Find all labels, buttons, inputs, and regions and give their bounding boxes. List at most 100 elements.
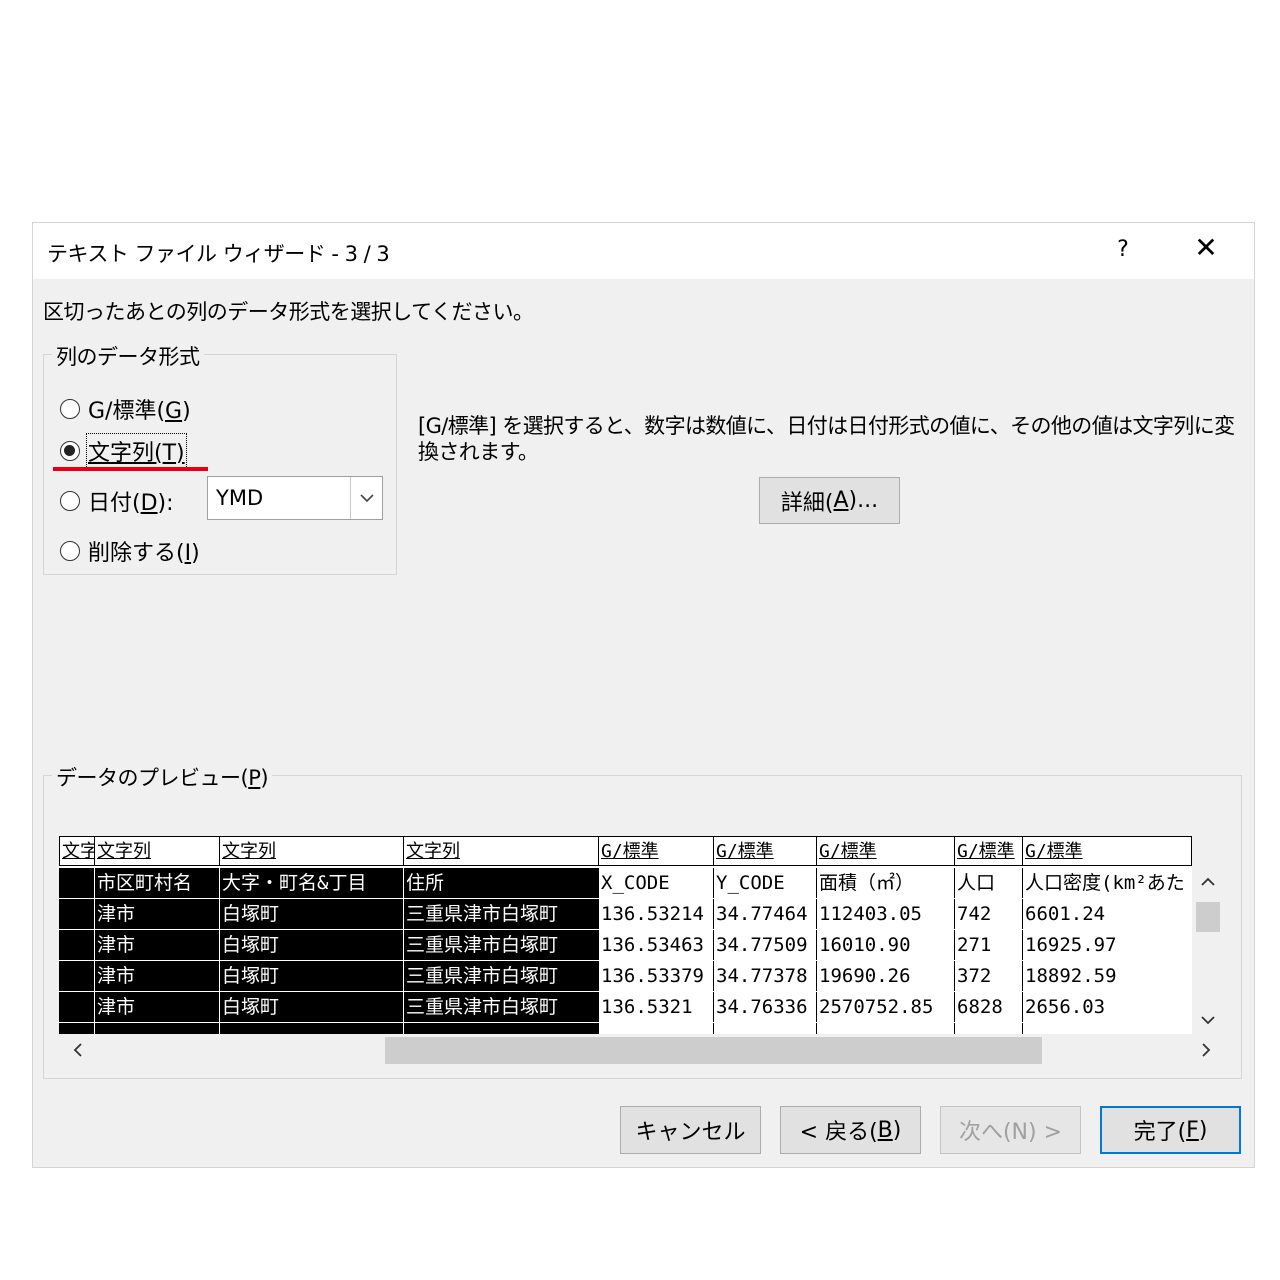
preview-cell: 白塚町 xyxy=(219,899,403,929)
preview-cell: 136.53379 xyxy=(598,961,713,991)
preview-cell: 372 xyxy=(954,961,1022,991)
preview-cell: 面積（㎡） xyxy=(816,868,954,898)
radio-general[interactable]: G/標準(G) xyxy=(60,393,191,425)
preview-cell: 34.77509 xyxy=(713,930,816,960)
date-format-value: YMD xyxy=(216,486,264,510)
preview-empty-cell xyxy=(713,1023,816,1034)
preview-cell xyxy=(59,992,94,1022)
preview-empty-cell xyxy=(219,1023,403,1034)
advanced-button-label: 詳細( xyxy=(780,490,834,516)
highlight-underline-annotation xyxy=(53,467,208,471)
radio-text[interactable]: 文字列(T) xyxy=(60,433,187,469)
preview-column-header[interactable]: 文字列 xyxy=(403,836,598,866)
preview-cell: 津市 xyxy=(94,899,219,929)
preview-cell: 人口密度(km²あた xyxy=(1022,868,1192,898)
preview-column-header[interactable]: G/標準 xyxy=(598,836,713,866)
preview-cell: 津市 xyxy=(94,992,219,1022)
preview-cell: 白塚町 xyxy=(219,930,403,960)
preview-cell xyxy=(59,868,94,898)
preview-cell xyxy=(59,899,94,929)
back-button-label: < 戻る( xyxy=(799,1120,878,1145)
radio-date-indicator[interactable] xyxy=(60,491,80,511)
preview-cell: 136.53214 xyxy=(598,899,713,929)
preview-column-header[interactable]: 文字 xyxy=(59,836,94,866)
preview-column-header[interactable]: 文字列 xyxy=(219,836,403,866)
chevron-down-icon[interactable] xyxy=(350,477,382,519)
preview-empty-cell xyxy=(954,1023,1022,1034)
cancel-button-label: キャンセル xyxy=(635,1120,746,1145)
date-format-combobox[interactable]: YMD xyxy=(207,476,383,520)
preview-empty-cell xyxy=(816,1023,954,1034)
preview-empty-cell xyxy=(59,1023,94,1034)
window-title: テキスト ファイル ウィザード - 3 / 3 xyxy=(47,242,390,266)
preview-cell: 34.77378 xyxy=(713,961,816,991)
radio-text-indicator[interactable] xyxy=(60,441,80,461)
chevron-up-icon[interactable] xyxy=(1192,867,1224,895)
preview-header-row: 文字文字列文字列文字列G/標準G/標準G/標準G/標準G/標準 xyxy=(59,836,1192,866)
title-bar: テキスト ファイル ウィザード - 3 / 3 ? ✕ xyxy=(33,223,1254,279)
chevron-right-icon[interactable] xyxy=(1192,1034,1220,1066)
cancel-button[interactable]: キャンセル xyxy=(620,1106,761,1154)
radio-skip-label: 削除する(I) xyxy=(88,541,200,566)
next-button-label: 次へ(N) > xyxy=(958,1120,1063,1145)
preview-cell: X_CODE xyxy=(598,868,713,898)
advanced-button[interactable]: 詳細(A)... xyxy=(759,477,900,524)
preview-cell: 16925.97 xyxy=(1022,930,1192,960)
preview-cell: 三重県津市白塚町 xyxy=(403,961,598,991)
preview-cell: 271 xyxy=(954,930,1022,960)
preview-column-header[interactable]: G/標準 xyxy=(954,836,1022,866)
preview-column-header[interactable]: G/標準 xyxy=(1022,836,1192,866)
preview-vertical-scrollbar[interactable] xyxy=(1192,867,1224,1034)
finish-button[interactable]: 完了(F) xyxy=(1100,1106,1241,1154)
chevron-left-icon[interactable] xyxy=(63,1034,91,1066)
preview-column-header[interactable]: G/標準 xyxy=(816,836,954,866)
radio-text-label: 文字列(T) xyxy=(86,433,187,469)
preview-empty-cell xyxy=(94,1023,219,1034)
radio-skip[interactable]: 削除する(I) xyxy=(60,535,200,567)
preview-cell: 白塚町 xyxy=(219,961,403,991)
radio-general-label: G/標準(G) xyxy=(88,399,191,424)
horizontal-scroll-thumb[interactable] xyxy=(385,1037,1042,1064)
column-data-format-group: 列のデータ形式 G/標準(G) 文字列(T) 日付(D): 削除する(I) xyxy=(43,341,397,575)
preview-empty-cell xyxy=(1022,1023,1192,1034)
radio-date[interactable]: 日付(D): xyxy=(60,485,174,517)
preview-cell: 人口 xyxy=(954,868,1022,898)
advanced-button-suffix: )... xyxy=(848,488,879,513)
close-button[interactable]: ✕ xyxy=(1188,233,1224,263)
preview-column-header[interactable]: 文字列 xyxy=(94,836,219,866)
text-import-wizard-dialog: テキスト ファイル ウィザード - 3 / 3 ? ✕ 区切ったあとの列のデータ… xyxy=(32,222,1255,1168)
radio-general-indicator[interactable] xyxy=(60,399,80,419)
preview-data-row: 津市 白塚町 三重県津市白塚町 136.53379 34.77378 19690.26 37… xyxy=(59,961,1192,991)
preview-data-row: 津市 白塚町 三重県津市白塚町 136.53463 34.77509 16010.90 27… xyxy=(59,930,1192,960)
preview-cell xyxy=(59,930,94,960)
preview-empty-cell xyxy=(403,1023,598,1034)
preview-cell: 18892.59 xyxy=(1022,961,1192,991)
preview-cell: 2656.03 xyxy=(1022,992,1192,1022)
preview-cell: 三重県津市白塚町 xyxy=(403,930,598,960)
preview-cell: 三重県津市白塚町 xyxy=(403,899,598,929)
preview-cell: 大字・町名&丁目 xyxy=(219,868,403,898)
format-description: [G/標準] を選択すると、数字は数値に、日付は日付形式の値に、その他の値は文字… xyxy=(418,414,1235,464)
vertical-scroll-thumb[interactable] xyxy=(1196,902,1220,932)
data-preview-legend: データのプレビュー(P) xyxy=(52,762,273,792)
radio-skip-indicator[interactable] xyxy=(60,541,80,561)
preview-data-row: 津市 白塚町 三重県津市白塚町 136.5321 34.76336 2570752.85 6… xyxy=(59,992,1192,1022)
data-preview-grid[interactable]: 文字文字列文字列文字列G/標準G/標準G/標準G/標準G/標準市区町村名大字・町… xyxy=(59,836,1192,1034)
preview-cell: 34.77464 xyxy=(713,899,816,929)
preview-cell: 2570752.85 xyxy=(816,992,954,1022)
preview-cell: 6828 xyxy=(954,992,1022,1022)
preview-horizontal-scrollbar[interactable] xyxy=(59,1034,1224,1066)
finish-button-label: 完了( xyxy=(1133,1120,1187,1145)
instruction-text: 区切ったあとの列のデータ形式を選択してください。 xyxy=(43,300,534,324)
preview-cell: 742 xyxy=(954,899,1022,929)
preview-cell: 津市 xyxy=(94,961,219,991)
preview-cell: 市区町村名 xyxy=(94,868,219,898)
preview-column-header[interactable]: G/標準 xyxy=(713,836,816,866)
next-button[interactable]: 次へ(N) > xyxy=(940,1106,1081,1154)
preview-cell: 136.53463 xyxy=(598,930,713,960)
chevron-down-icon[interactable] xyxy=(1192,1006,1224,1034)
preview-data-row: 津市 白塚町 三重県津市白塚町 136.53214 34.77464 112403.05 7… xyxy=(59,899,1192,929)
help-button[interactable]: ? xyxy=(1108,237,1138,262)
back-button[interactable]: < 戻る(B) xyxy=(780,1106,921,1154)
preview-cell: Y_CODE xyxy=(713,868,816,898)
